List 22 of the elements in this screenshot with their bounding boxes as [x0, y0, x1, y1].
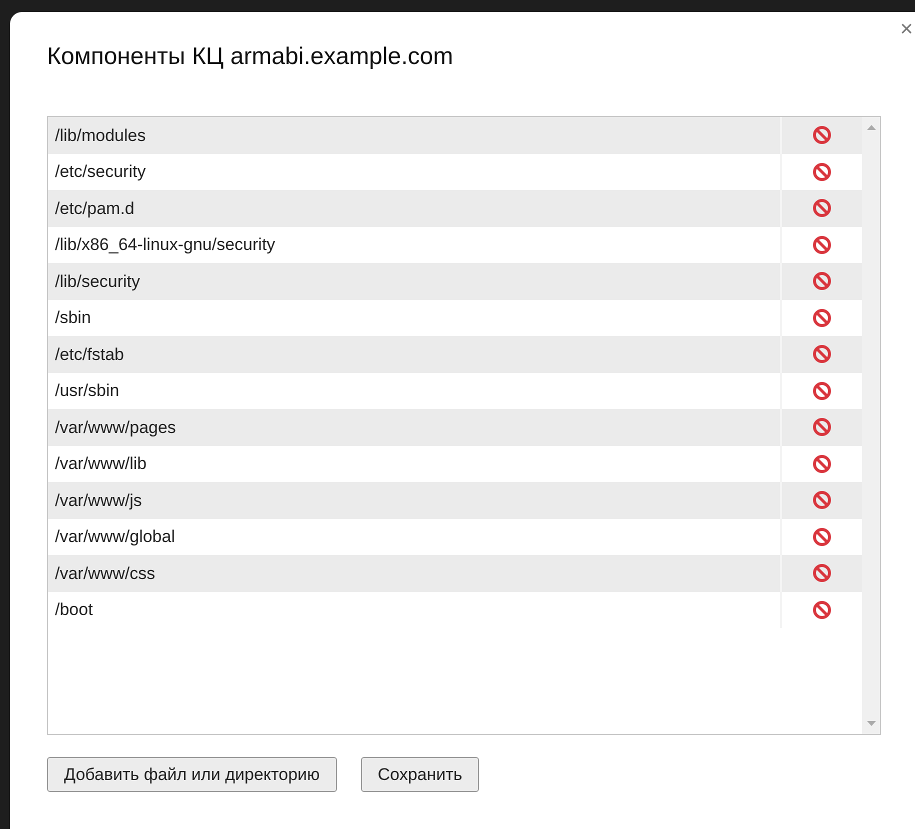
remove-icon[interactable]	[812, 344, 832, 364]
remove-icon[interactable]	[812, 271, 832, 292]
remove-icon[interactable]	[812, 162, 832, 182]
remove-icon[interactable]	[812, 308, 832, 328]
remove-icon[interactable]	[812, 490, 832, 510]
close-button[interactable]: ×	[900, 18, 913, 40]
remove-icon[interactable]	[812, 198, 832, 218]
remove-icon[interactable]	[812, 125, 832, 146]
path-cell: /boot	[48, 592, 782, 628]
remove-icon[interactable]	[812, 526, 832, 547]
save-button[interactable]: Сохранить	[360, 757, 480, 792]
scroll-up-icon[interactable]	[866, 125, 876, 130]
remove-icon[interactable]	[812, 454, 832, 474]
remove-icon[interactable]	[812, 600, 832, 620]
add-button[interactable]: Добавить файл или директорию	[47, 757, 337, 792]
dialog-title: Компоненты КЦ armabi.example.com	[47, 42, 454, 72]
remove-icon[interactable]	[812, 380, 832, 401]
remove-icon[interactable]	[812, 234, 832, 255]
remove-icon[interactable]	[812, 563, 832, 584]
remove-icon[interactable]	[812, 417, 832, 438]
scroll-down-icon[interactable]	[866, 721, 876, 726]
scrollbar[interactable]	[862, 117, 880, 734]
